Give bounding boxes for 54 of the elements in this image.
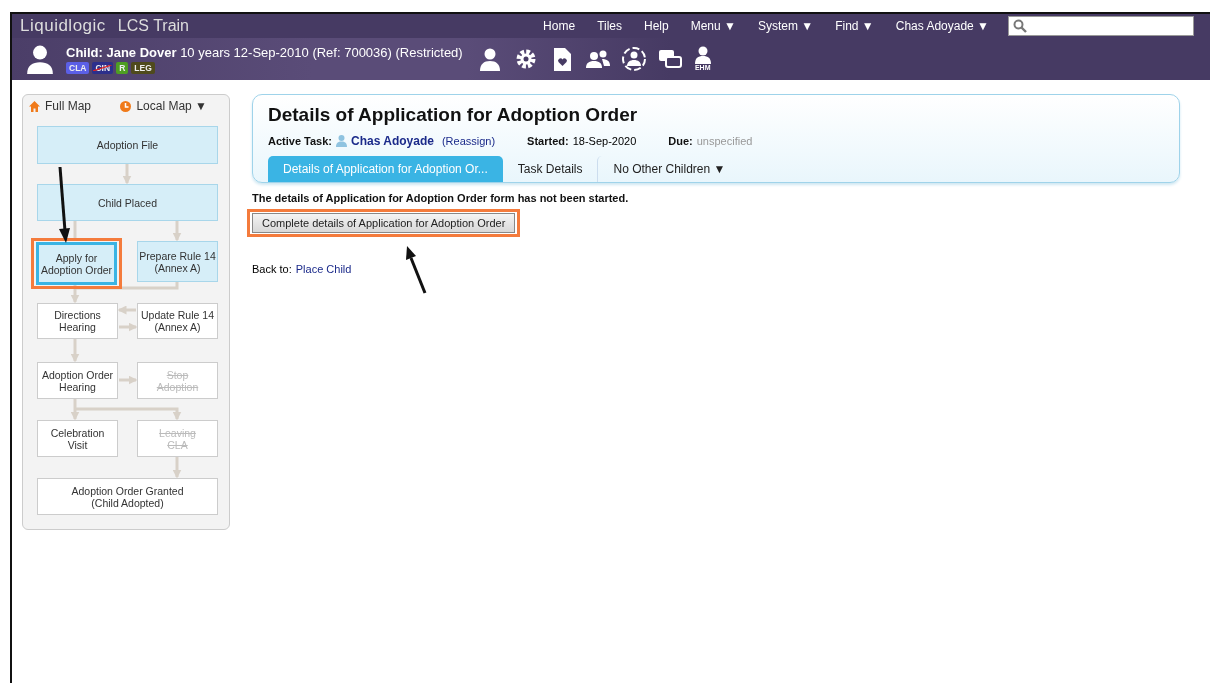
nav-link[interactable]: Chas Adoyade ▼: [884, 19, 1000, 33]
app-logo: Liquidlogic: [20, 16, 106, 36]
workflow-step[interactable]: Child Placed: [37, 184, 218, 221]
clock-icon: [120, 100, 132, 112]
back-link[interactable]: Place Child: [295, 263, 352, 275]
workflow-step[interactable]: Prepare Rule 14 (Annex A): [137, 241, 218, 282]
child-heading: Child: Jane Dover 10 years 12-Sep-2010 (Ref: 700036) (Restricted): [66, 44, 463, 60]
nav-link[interactable]: Menu ▼: [679, 19, 747, 33]
annotation-arrow: [403, 246, 427, 294]
environment-name: LCS Train: [117, 17, 189, 35]
field-label: Active Task:: [268, 135, 332, 147]
reassign-link[interactable]: (Reassign): [441, 135, 496, 147]
workflow-step[interactable]: Adoption File: [37, 126, 218, 164]
connector-arrow: [172, 457, 182, 479]
map-link[interactable]: Full Map: [45, 99, 91, 113]
field-label: Due:: [668, 135, 693, 147]
connector-arrow: [119, 322, 138, 332]
field-value: unspecified: [696, 135, 753, 147]
workflow-step[interactable]: Adoption Order Granted (Child Adopted): [37, 478, 218, 515]
field-label: Started:: [527, 135, 569, 147]
nav-link[interactable]: Tiles: [586, 19, 633, 33]
child-avatar-icon: [26, 44, 54, 74]
workflow-step[interactable]: Directions Hearing: [37, 303, 118, 339]
nav-link[interactable]: Home: [532, 19, 587, 33]
back-label: Back to:: [252, 263, 292, 275]
connector-arrow: [122, 164, 132, 185]
page-title: Details of Application for Adoption Order: [268, 104, 639, 126]
home-icon: [29, 100, 40, 112]
workflow-step[interactable]: Apply for Adoption Order: [36, 242, 117, 285]
status-message: The details of Application for Adoption Order form has not been started.: [252, 192, 629, 204]
assignee-link[interactable]: Chas Adoyade: [351, 134, 434, 148]
search-icon: [1013, 19, 1027, 33]
nav-link[interactable]: Help: [633, 19, 680, 33]
field-value: 18-Sep-2020: [572, 135, 637, 147]
connector-arrow: [172, 221, 182, 242]
connector-arrow: [70, 284, 80, 304]
status-tag: LEG: [131, 61, 155, 74]
workflow-step[interactable]: Celebration Visit: [37, 420, 118, 457]
map-link[interactable]: Local Map ▼: [136, 99, 207, 113]
workflow-step[interactable]: Adoption Order Hearing: [37, 362, 118, 399]
complete-form-button[interactable]: Complete details of Application for Adoption Order: [252, 213, 516, 233]
status-tag: CLA: [66, 61, 90, 74]
connector-arrow: [70, 339, 80, 363]
person-icon: [336, 135, 347, 147]
tab[interactable]: Task Details: [502, 156, 598, 182]
connector-arrow: [119, 375, 138, 385]
search-field[interactable]: [1008, 16, 1194, 36]
status-tag: R: [116, 61, 129, 74]
workflow-step[interactable]: Update Rule 14 (Annex A): [137, 303, 218, 339]
nav-link[interactable]: System ▼: [746, 19, 825, 33]
connector-arrow: [117, 305, 136, 315]
nav-link[interactable]: Find ▼: [824, 19, 885, 33]
dropdown-tab[interactable]: No Other Children ▼: [597, 156, 741, 182]
person-circle-icon[interactable]: [620, 46, 647, 72]
